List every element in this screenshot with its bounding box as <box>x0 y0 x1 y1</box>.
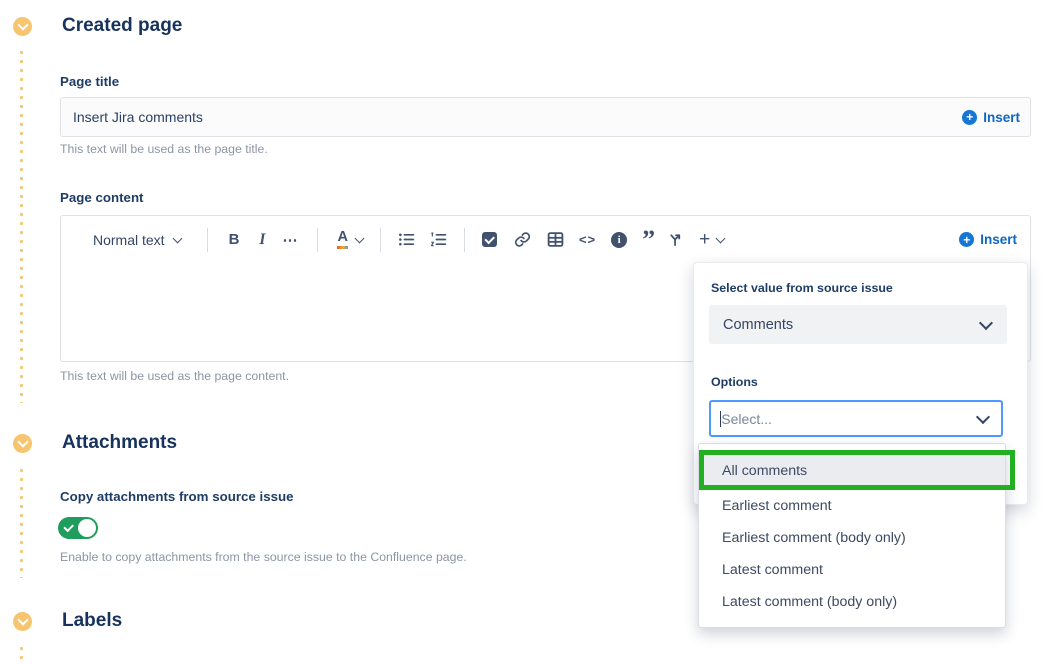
menu-item-earliest-comment-body-only[interactable]: Earliest comment (body only) <box>699 522 1005 554</box>
page-content-help: This text will be used as the page conte… <box>60 369 289 383</box>
attachments-collapse-button[interactable] <box>13 434 32 453</box>
automation-config-page: Created page Page title + Insert This te… <box>0 0 1051 664</box>
editor-toolbar: Normal text B I ⋯ A <box>61 216 1030 263</box>
code-icon[interactable]: <> <box>579 232 596 247</box>
toggle-knob <box>78 519 96 537</box>
options-placeholder: Select... <box>721 411 978 427</box>
chevron-down-icon <box>17 19 28 30</box>
chevron-down-icon <box>716 233 726 243</box>
menu-item-all-comments[interactable]: All comments <box>699 452 1005 490</box>
decision-icon[interactable] <box>668 232 683 247</box>
toolbar-divider <box>380 228 381 252</box>
bold-icon[interactable]: B <box>229 231 240 248</box>
rail-dotted-line <box>20 469 23 578</box>
toolbar-divider <box>207 228 208 252</box>
check-icon <box>63 522 73 532</box>
insert-element-button[interactable]: + <box>699 230 724 249</box>
plus-icon: + <box>699 230 710 249</box>
options-label: Options <box>711 375 758 389</box>
table-icon[interactable] <box>547 231 564 248</box>
quote-icon[interactable]: ” <box>642 233 655 247</box>
copy-attachments-help: Enable to copy attachments from the sour… <box>60 550 467 564</box>
text-style-value: Normal text <box>93 232 165 248</box>
toolbar-divider <box>464 228 465 252</box>
plus-icon: + <box>962 110 977 125</box>
chevron-down-icon <box>17 436 28 447</box>
chevron-down-icon <box>979 315 993 329</box>
created-page-collapse-button[interactable] <box>13 17 32 36</box>
menu-item-latest-comment[interactable]: Latest comment <box>699 554 1005 586</box>
rail-dotted-line <box>20 647 23 664</box>
section-title-attachments: Attachments <box>62 432 177 454</box>
info-icon[interactable]: i <box>611 232 627 248</box>
section-title-labels: Labels <box>62 610 122 632</box>
chevron-down-icon <box>355 233 365 243</box>
text-color-icon: A <box>337 230 347 249</box>
menu-item-latest-comment-body-only[interactable]: Latest comment (body only) <box>699 586 1005 618</box>
toolbar-divider <box>317 228 318 252</box>
labels-collapse-button[interactable] <box>13 612 32 631</box>
numbered-list-icon[interactable] <box>430 231 447 248</box>
source-value-selected: Comments <box>709 317 981 333</box>
link-icon[interactable] <box>514 231 531 248</box>
insert-button-label: Insert <box>983 110 1020 125</box>
chevron-down-icon <box>976 409 990 423</box>
page-title-input[interactable] <box>61 109 962 125</box>
copy-attachments-label: Copy attachments from source issue <box>60 489 294 504</box>
italic-icon[interactable]: I <box>259 231 265 249</box>
page-title-label: Page title <box>60 74 119 89</box>
source-issue-label: Select value from source issue <box>711 281 893 295</box>
chevron-down-icon <box>17 614 28 625</box>
text-color-button[interactable]: A <box>337 230 362 249</box>
rail-dotted-line <box>20 51 23 403</box>
page-title-input-wrap: + Insert <box>60 97 1031 137</box>
copy-attachments-toggle[interactable] <box>58 517 98 539</box>
text-style-dropdown[interactable]: Normal text <box>93 232 181 248</box>
options-dropdown-menu: All comments Earliest comment Earliest c… <box>698 443 1006 628</box>
page-title-help: This text will be used as the page title… <box>60 142 268 156</box>
task-checkbox-icon[interactable] <box>482 232 497 247</box>
plus-icon: + <box>959 232 974 247</box>
insert-button-label: Insert <box>980 232 1017 247</box>
page-content-insert-button[interactable]: + Insert <box>959 232 1017 247</box>
source-value-select[interactable]: Comments <box>709 305 1007 344</box>
section-title-created-page: Created page <box>62 15 182 37</box>
bullet-list-icon[interactable] <box>398 231 415 248</box>
more-formatting-icon[interactable]: ⋯ <box>282 231 298 249</box>
chevron-down-icon <box>172 233 182 243</box>
menu-item-earliest-comment[interactable]: Earliest comment <box>699 490 1005 522</box>
page-title-insert-button[interactable]: + Insert <box>962 110 1020 125</box>
page-content-label: Page content <box>60 190 144 205</box>
options-select-input[interactable]: Select... <box>709 400 1003 437</box>
